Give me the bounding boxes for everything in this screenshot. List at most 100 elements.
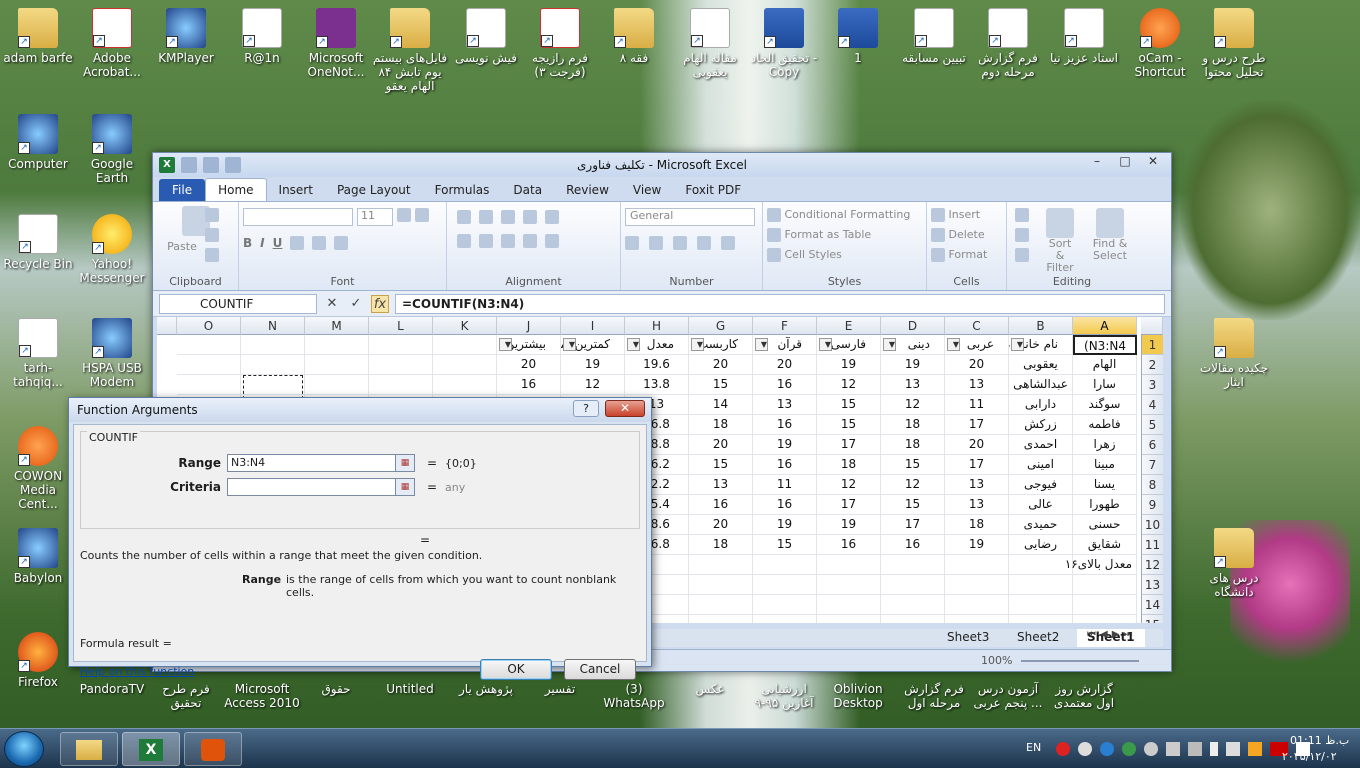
autosum-icon[interactable] — [1015, 208, 1029, 222]
data-cell[interactable]: 18 — [689, 415, 753, 435]
merge-icon[interactable] — [545, 234, 559, 248]
column-header-i[interactable]: I — [561, 317, 625, 335]
close-button[interactable]: ✕ — [1139, 153, 1167, 171]
find-select-button[interactable]: Find & Select — [1091, 208, 1129, 274]
data-cell[interactable]: 13 — [945, 475, 1009, 495]
maximize-button[interactable]: □ — [1111, 153, 1139, 171]
desktop-icon[interactable]: ↗ oCam - Shortcut — [1122, 8, 1198, 79]
minus-icon[interactable] — [1144, 742, 1158, 756]
underline-icon[interactable]: U — [273, 236, 283, 250]
row-header[interactable]: 13 — [1141, 575, 1163, 595]
header-cell-a[interactable]: N3:N4) — [1073, 335, 1137, 355]
delete-cells-button[interactable]: Delete — [931, 228, 1002, 242]
data-cell[interactable]: فیوجی — [1009, 475, 1073, 495]
percent-icon[interactable] — [649, 236, 663, 250]
data-cell[interactable]: 15 — [689, 375, 753, 395]
data-cell[interactable]: 12 — [881, 475, 945, 495]
grid-cell[interactable] — [241, 335, 305, 355]
grid-cell[interactable] — [753, 595, 817, 615]
clock-time[interactable]: 01:11 ب.ظ — [1290, 734, 1349, 747]
filter-dropdown-icon[interactable]: ▼ — [883, 338, 896, 351]
filter-dropdown-icon[interactable]: ▼ — [691, 338, 704, 351]
desktop-icon[interactable]: ↗ COWON Media Cent... — [0, 426, 76, 511]
desktop-icon-label[interactable]: Oblivion Desktop — [820, 682, 896, 710]
grid-cell[interactable] — [689, 595, 753, 615]
align-bottom-icon[interactable] — [501, 210, 515, 224]
cancel-entry-icon[interactable]: ✕ — [323, 295, 341, 313]
grid-cell[interactable] — [369, 335, 433, 355]
desktop-icon[interactable]: ↗ فرم گزارش مرحله دوم — [970, 8, 1046, 79]
fill-color-icon[interactable] — [312, 236, 327, 250]
desktop-icon[interactable]: ↗ تبیین مسابقه — [896, 8, 972, 65]
desktop-icon[interactable]: ↗ Recycle Bin — [0, 214, 76, 271]
data-cell[interactable]: 19 — [561, 355, 625, 375]
data-cell[interactable]: 15 — [753, 535, 817, 555]
data-cell[interactable]: 13 — [881, 375, 945, 395]
data-cell[interactable]: 13 — [945, 375, 1009, 395]
row-header[interactable]: 1 — [1141, 335, 1163, 355]
align-left-icon[interactable] — [457, 234, 471, 248]
data-cell[interactable]: حسنی — [1073, 515, 1137, 535]
grid-cell[interactable] — [881, 595, 945, 615]
tab-data[interactable]: Data — [501, 179, 554, 201]
grid-cell[interactable] — [817, 575, 881, 595]
column-header-g[interactable]: G — [689, 317, 753, 335]
tab-view[interactable]: View — [621, 179, 673, 201]
grid-cell[interactable] — [433, 335, 497, 355]
shrink-font-icon[interactable] — [415, 208, 429, 222]
grid-cell[interactable] — [945, 595, 1009, 615]
desktop-icon[interactable]: ↗ فرم رازیجه (فرجت ۳) — [522, 8, 598, 79]
align-top-icon[interactable] — [457, 210, 471, 224]
dialog-close-button[interactable]: ✕ — [605, 400, 645, 417]
data-cell[interactable]: 16 — [881, 535, 945, 555]
filter-dropdown-icon[interactable]: ▼ — [563, 338, 576, 351]
desktop-icon-label[interactable]: PandoraTV — [74, 682, 150, 696]
grid-cell[interactable] — [369, 375, 433, 395]
help-link[interactable]: Help on this function — [80, 665, 194, 678]
desktop-icon-label[interactable]: تفسیر — [522, 682, 598, 696]
tab-foxit-pdf[interactable]: Foxit PDF — [673, 179, 753, 201]
data-cell[interactable]: 16 — [753, 415, 817, 435]
filter-dropdown-icon[interactable]: ▼ — [627, 338, 640, 351]
copy-icon[interactable] — [205, 228, 219, 242]
data-cell[interactable]: 14 — [689, 395, 753, 415]
increase-decimal-icon[interactable] — [697, 236, 711, 250]
data-cell[interactable]: طهورا — [1073, 495, 1137, 515]
header-cell-j[interactable]: بیشترین ▼ — [497, 335, 561, 355]
desktop-icon-label[interactable]: Microsoft Access 2010 — [224, 682, 300, 710]
desktop-icon-label[interactable]: فرم طرح تحقیق — [148, 682, 224, 710]
desktop-icon[interactable]: ↗ KMPlayer — [148, 8, 224, 65]
desktop-icon-label[interactable]: حقوق — [298, 682, 374, 696]
grid-cell[interactable] — [1073, 615, 1137, 623]
data-cell[interactable]: 11 — [945, 395, 1009, 415]
data-cell[interactable]: 15 — [689, 455, 753, 475]
data-cell[interactable]: 19 — [945, 535, 1009, 555]
desktop-icon[interactable]: ↗ تحقیق الحاد - Copy — [746, 8, 822, 79]
grid-cell[interactable] — [817, 615, 881, 623]
grid-cell[interactable] — [945, 575, 1009, 595]
data-cell[interactable]: 17 — [817, 435, 881, 455]
column-header-j[interactable]: J — [497, 317, 561, 335]
filter-dropdown-icon[interactable]: ▼ — [499, 338, 512, 351]
grid-cell[interactable] — [753, 615, 817, 623]
data-cell[interactable]: 12 — [817, 475, 881, 495]
grid-cell[interactable] — [241, 355, 305, 375]
data-cell[interactable]: 16 — [753, 375, 817, 395]
data-cell[interactable]: سارا — [1073, 375, 1137, 395]
desktop-icon[interactable]: ↗ Adobe Acrobat... — [74, 8, 150, 79]
grid-cell[interactable] — [753, 555, 817, 575]
data-cell[interactable]: 20 — [753, 355, 817, 375]
data-cell[interactable]: عالی — [1009, 495, 1073, 515]
font-size-input[interactable]: 11 — [357, 208, 393, 226]
data-cell[interactable]: 17 — [881, 515, 945, 535]
tab-formulas[interactable]: Formulas — [423, 179, 502, 201]
data-cell[interactable]: عبدالشاهی — [1009, 375, 1073, 395]
minimize-button[interactable]: – — [1083, 153, 1111, 171]
desktop-icon[interactable]: ↗ فقه ۸ — [596, 8, 672, 65]
data-cell[interactable]: 17 — [945, 455, 1009, 475]
grid-cell[interactable] — [305, 375, 369, 395]
data-cell[interactable]: 20 — [945, 435, 1009, 455]
tools-icon[interactable] — [1166, 742, 1180, 756]
data-cell[interactable]: 15 — [817, 395, 881, 415]
conditional-formatting-button[interactable]: Conditional Formatting — [767, 208, 922, 222]
